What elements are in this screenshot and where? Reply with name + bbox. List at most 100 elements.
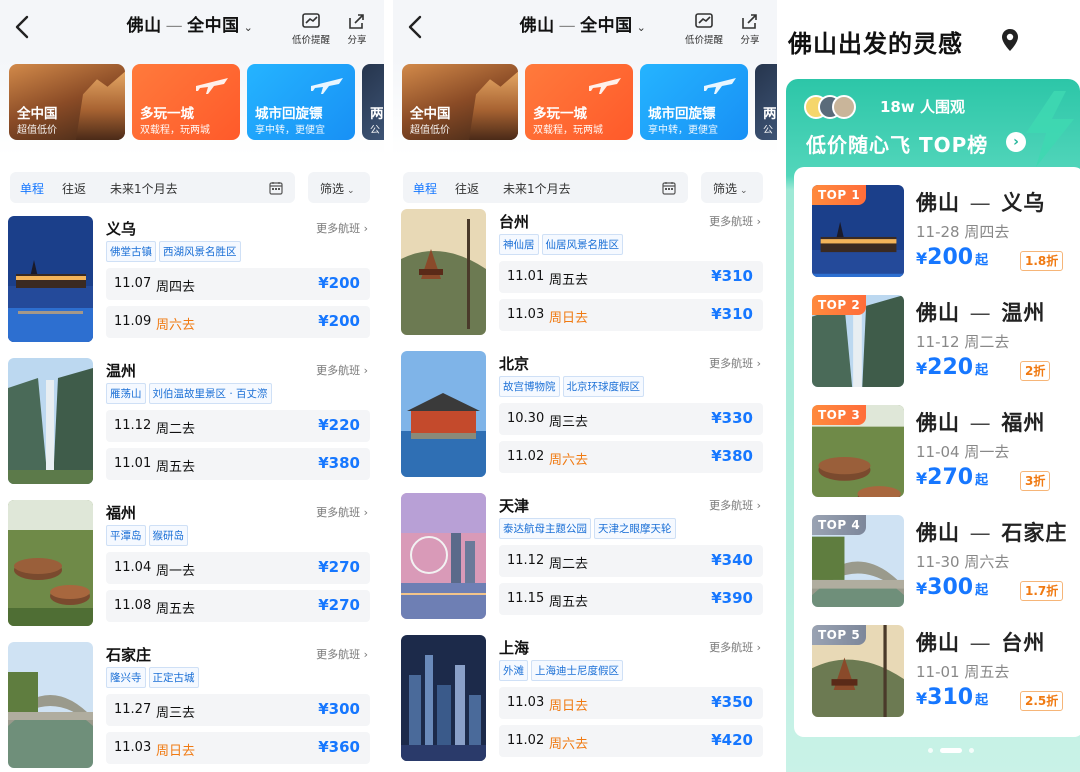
flight-option[interactable]: 10.30 周三去 ¥330 bbox=[499, 403, 763, 435]
destination-photo[interactable] bbox=[8, 358, 93, 484]
destination-photo[interactable] bbox=[401, 209, 486, 335]
destination-photo[interactable] bbox=[401, 351, 486, 477]
share-icon bbox=[740, 12, 760, 30]
ranking-item[interactable]: TOP 3 佛山 — 福州 11-04 周一去 ¥270 起 3折 bbox=[812, 405, 1078, 501]
attraction-tag[interactable]: 故宫博物院 bbox=[499, 376, 560, 397]
ranking-origin: 佛山 bbox=[916, 631, 960, 655]
attraction-tag[interactable]: 猴研岛 bbox=[148, 525, 188, 546]
price-alert-button[interactable]: 低价提醒 bbox=[292, 12, 330, 46]
flight-option[interactable]: 11.01 周五去 ¥310 bbox=[499, 261, 763, 293]
promo-more[interactable]: 两公 bbox=[755, 64, 777, 140]
destination-photo[interactable] bbox=[401, 493, 486, 619]
more-flights-link[interactable]: 更多航班 › bbox=[316, 646, 368, 662]
destination-photo[interactable] bbox=[8, 216, 93, 342]
flight-option[interactable]: 11.12 周二去 ¥220 bbox=[106, 410, 370, 442]
attraction-tag[interactable]: 佛堂古镇 bbox=[106, 241, 156, 262]
promo-more[interactable]: 两公 bbox=[362, 64, 384, 140]
more-flights-link[interactable]: 更多航班 › bbox=[316, 362, 368, 378]
origin-city: 佛山 bbox=[519, 16, 555, 36]
attraction-tag[interactable]: 天津之眼摩天轮 bbox=[594, 518, 676, 539]
share-button[interactable]: 分享 bbox=[347, 12, 367, 46]
chevron-down-icon[interactable]: ⌄ bbox=[240, 21, 254, 34]
destination-photo[interactable] bbox=[8, 500, 93, 626]
destination-card[interactable]: 福州 更多航班 › 平潭岛 猴研岛 11.04 周一去 ¥270 11.08 周五去 ¥270 bbox=[8, 500, 378, 632]
destination-card[interactable]: 石家庄 更多航班 › 隆兴寺 正定古城 11.27 周三去 ¥300 11.03 周日去 ¥360 bbox=[8, 642, 378, 772]
pager-dot[interactable] bbox=[928, 748, 933, 753]
flight-option[interactable]: 11.07 周四去 ¥200 bbox=[106, 268, 370, 300]
more-flights-link[interactable]: 更多航班 › bbox=[709, 213, 761, 229]
ranking-item[interactable]: TOP 1 佛山 — 义乌 11-28 周四去 ¥200 起 1.8折 bbox=[812, 185, 1078, 281]
more-flights-link[interactable]: 更多航班 › bbox=[316, 504, 368, 520]
attraction-tag[interactable]: 隆兴寺 bbox=[106, 667, 146, 688]
attraction-tag[interactable]: 雁荡山 bbox=[106, 383, 146, 404]
attraction-tag[interactable]: 上海迪士尼度假区 bbox=[531, 660, 623, 681]
ranking-item[interactable]: TOP 5 佛山 — 台州 11-01 周五去 ¥310 起 2.5折 bbox=[812, 625, 1078, 721]
attraction-tag[interactable]: 北京环球度假区 bbox=[562, 376, 644, 397]
flight-option[interactable]: 11.04 周一去 ¥270 bbox=[106, 552, 370, 584]
flight-option[interactable]: 11.15 周五去 ¥390 bbox=[499, 583, 763, 615]
back-arrow-icon[interactable] bbox=[405, 13, 427, 41]
destination-photo[interactable] bbox=[401, 635, 486, 761]
destination-card[interactable]: 上海 更多航班 › 外滩 上海迪士尼度假区 11.03 周日去 ¥350 11.02 周六去 ¥4… bbox=[401, 635, 771, 767]
calendar-icon[interactable] bbox=[269, 180, 283, 195]
route-selector[interactable]: 佛山 — 全中国 ⌄ bbox=[100, 11, 280, 36]
destination-city: 石家庄 bbox=[106, 646, 152, 664]
destination-card[interactable]: 温州 更多航班 › 雁荡山 刘伯温故里景区 · 百丈漈 11.12 周二去 ¥220 11.0… bbox=[8, 358, 378, 490]
flight-option[interactable]: 11.02 周六去 ¥380 bbox=[499, 441, 763, 473]
back-arrow-icon[interactable] bbox=[12, 13, 34, 41]
destination-card[interactable]: 北京 更多航班 › 故宫博物院 北京环球度假区 10.30 周三去 ¥330 11.02 周六去… bbox=[401, 351, 771, 483]
ranking-title[interactable]: 低价随心飞 TOP榜 bbox=[806, 129, 988, 158]
promo-boomerang[interactable]: 城市回旋镖 享中转，更便宜 bbox=[247, 64, 355, 140]
attraction-tag[interactable]: 神仙居 bbox=[499, 234, 539, 255]
date-range-selector[interactable]: 未来1个月去 bbox=[110, 180, 178, 197]
promo-two-cities[interactable]: 多玩一城 双载程，玩两城 bbox=[525, 64, 633, 140]
attraction-tag[interactable]: 仙居风景名胜区 bbox=[541, 234, 623, 255]
flight-option[interactable]: 11.02 周六去 ¥420 bbox=[499, 725, 763, 757]
promo-all-china[interactable]: 全中国 超值低价 bbox=[402, 64, 518, 140]
attraction-tag[interactable]: 西湖风景名胜区 bbox=[159, 241, 241, 262]
destination-photo[interactable] bbox=[8, 642, 93, 768]
flight-option[interactable]: 11.03 周日去 ¥310 bbox=[499, 299, 763, 331]
tab-oneway[interactable]: 单程 bbox=[20, 180, 44, 197]
pager-dot[interactable] bbox=[969, 748, 974, 753]
destination-card[interactable]: 台州 更多航班 › 神仙居 仙居风景名胜区 11.01 周五去 ¥310 11.03 周日去 ¥3… bbox=[401, 209, 771, 341]
more-flights-link[interactable]: 更多航班 › bbox=[709, 355, 761, 371]
destination-card[interactable]: 天津 更多航班 › 泰达航母主题公园 天津之眼摩天轮 11.12 周二去 ¥340 11.15… bbox=[401, 493, 771, 625]
chevron-down-icon[interactable]: ⌄ bbox=[633, 21, 647, 34]
more-flights-link[interactable]: 更多航班 › bbox=[316, 220, 368, 236]
attraction-tag[interactable]: 刘伯温故里景区 · 百丈漈 bbox=[148, 383, 272, 404]
destination-card[interactable]: 义乌 更多航班 › 佛堂古镇 西湖风景名胜区 11.07 周四去 ¥200 11.09 周六去 ¥… bbox=[8, 216, 378, 348]
ranking-dest: 台州 bbox=[1001, 631, 1046, 655]
flight-option[interactable]: 11.12 周二去 ¥340 bbox=[499, 545, 763, 577]
more-flights-link[interactable]: 更多航班 › bbox=[709, 639, 761, 655]
top-ranking-card[interactable]: 18w 人围观 低价随心飞 TOP榜 › TOP 1 佛山 — 义乌 11-28 周… bbox=[786, 79, 1080, 772]
date-range-selector[interactable]: 未来1个月去 bbox=[503, 180, 571, 197]
ranking-item[interactable]: TOP 2 佛山 — 温州 11-12 周二去 ¥220 起 2折 bbox=[812, 295, 1078, 391]
flight-option[interactable]: 11.03 周日去 ¥350 bbox=[499, 687, 763, 719]
calendar-icon[interactable] bbox=[662, 180, 676, 195]
flight-option[interactable]: 11.01 周五去 ¥380 bbox=[106, 448, 370, 480]
share-button[interactable]: 分享 bbox=[740, 12, 760, 46]
attraction-tag[interactable]: 外滩 bbox=[499, 660, 528, 681]
flight-option[interactable]: 11.27 周三去 ¥300 bbox=[106, 694, 370, 726]
pager-dot-active[interactable] bbox=[940, 748, 962, 753]
attraction-tag[interactable]: 正定古城 bbox=[148, 667, 199, 688]
attraction-tag[interactable]: 泰达航母主题公园 bbox=[499, 518, 591, 539]
promo-two-cities[interactable]: 多玩一城 双载程，玩两城 bbox=[132, 64, 240, 140]
price-alert-button[interactable]: 低价提醒 bbox=[685, 12, 723, 46]
promo-all-china[interactable]: 全中国 超值低价 bbox=[9, 64, 125, 140]
flight-option[interactable]: 11.08 周五去 ¥270 bbox=[106, 590, 370, 622]
more-flights-link[interactable]: 更多航班 › bbox=[709, 497, 761, 513]
tab-roundtrip[interactable]: 往返 bbox=[455, 180, 479, 197]
attraction-tag[interactable]: 平潭岛 bbox=[106, 525, 146, 546]
flight-price: ¥310 bbox=[711, 267, 753, 285]
filter-button[interactable]: 筛选 ⌄ bbox=[308, 172, 370, 203]
tab-roundtrip[interactable]: 往返 bbox=[62, 180, 86, 197]
promo-boomerang[interactable]: 城市回旋镖 享中转，更便宜 bbox=[640, 64, 748, 140]
filter-button[interactable]: 筛选 ⌄ bbox=[701, 172, 763, 203]
flight-option[interactable]: 11.03 周日去 ¥360 bbox=[106, 732, 370, 764]
flight-option[interactable]: 11.09 周六去 ¥200 bbox=[106, 306, 370, 338]
ranking-item[interactable]: TOP 4 佛山 — 石家庄 11-30 周六去 ¥300 起 1.7折 bbox=[812, 515, 1078, 611]
tab-oneway[interactable]: 单程 bbox=[413, 180, 437, 197]
route-selector[interactable]: 佛山 — 全中国 ⌄ bbox=[493, 11, 673, 36]
